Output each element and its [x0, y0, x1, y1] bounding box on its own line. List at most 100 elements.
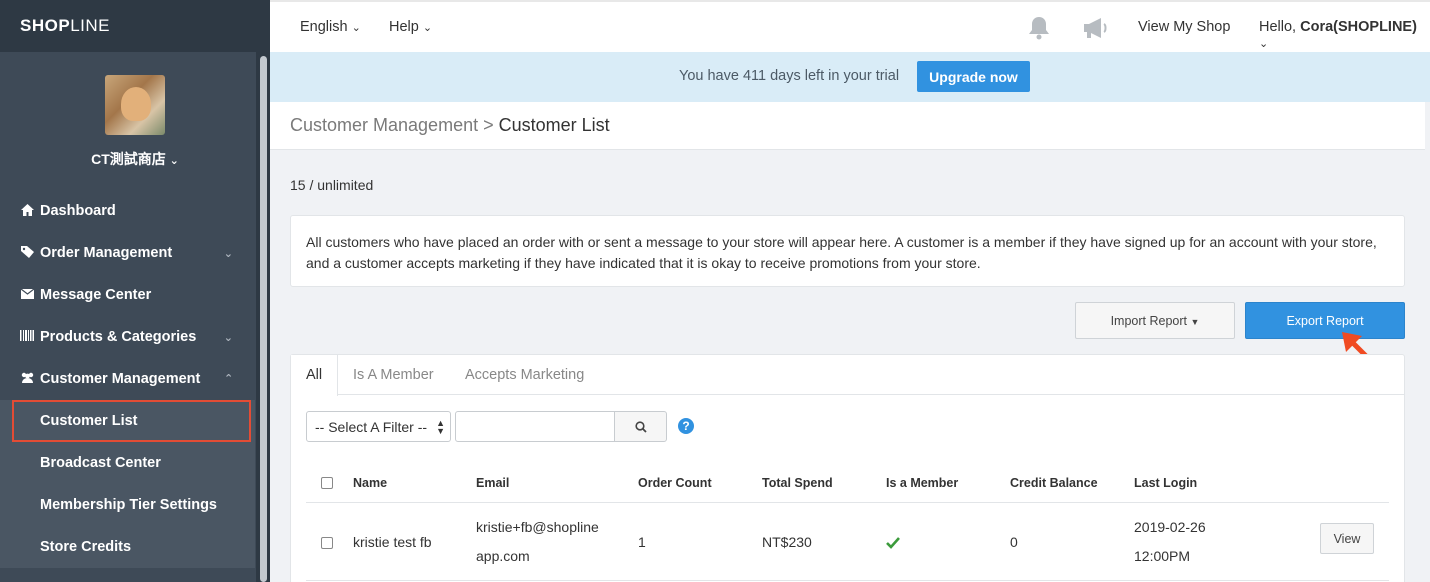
search-icon	[635, 421, 647, 433]
table-header: Name Email Order Count Total Spend Is a …	[306, 463, 1389, 503]
store-name[interactable]: CT測試商店 ⌄	[0, 149, 270, 169]
shopline-logo[interactable]: SHOPLINE	[0, 0, 270, 52]
top-bar: English ⌄ Help ⌄ View My Shop Hello, Cor…	[270, 0, 1430, 52]
chevron-down-icon: ⌄	[351, 22, 361, 34]
tab-all[interactable]: All	[291, 355, 339, 396]
breadcrumb-separator: >	[478, 115, 499, 135]
sidebar-item-label: Products & Categories	[40, 329, 197, 345]
bell-icon[interactable]	[1028, 16, 1050, 40]
sidebar-nav: Dashboard Order Management ⌄ Message Cen…	[0, 190, 255, 568]
sidebar-item-label: Dashboard	[40, 203, 116, 219]
view-my-shop-link[interactable]: View My Shop	[1138, 19, 1230, 35]
chevron-down-icon: ⌄	[422, 22, 433, 34]
sidebar-item-store-credits[interactable]: Store Credits	[0, 526, 255, 568]
table-row: kristie test fb kristie+fb@shopline app.…	[306, 503, 1389, 581]
breadcrumb: Customer Management > Customer List	[290, 115, 610, 136]
logo-text-light: LINE	[70, 16, 110, 35]
language-label: English	[300, 19, 348, 35]
column-header-credit-balance[interactable]: Credit Balance	[1010, 476, 1098, 490]
chevron-down-icon: ⌄	[169, 155, 179, 167]
column-header-last-login[interactable]: Last Login	[1134, 476, 1197, 490]
cell-order-count: 1	[638, 534, 646, 550]
column-header-email[interactable]: Email	[476, 476, 509, 490]
filter-select-value: -- Select A Filter --	[315, 419, 428, 435]
customer-table-panel: All Is A Member Accepts Marketing -- Sel…	[290, 354, 1405, 582]
sidebar-item-label: Message Center	[40, 287, 152, 303]
cell-name: kristie test fb	[353, 534, 432, 550]
sidebar-item-order-management[interactable]: Order Management ⌄	[0, 232, 255, 274]
user-menu[interactable]: Hello, Cora(SHOPLINE) ⌄	[1259, 19, 1430, 51]
help-label: Help	[389, 19, 419, 35]
chevron-down-icon: ⌄	[223, 331, 233, 344]
cell-last-login-time: 12:00PM	[1134, 548, 1191, 564]
view-customer-button[interactable]: View	[1320, 523, 1374, 554]
main-content: Customer Management > Customer List 15 /…	[270, 102, 1425, 582]
sidebar-item-membership-tier-settings[interactable]: Membership Tier Settings	[0, 484, 255, 526]
sidebar-item-message-center[interactable]: Message Center	[0, 274, 255, 316]
sidebar-item-label: Store Credits	[40, 539, 132, 555]
megaphone-icon[interactable]	[1082, 16, 1110, 40]
sidebar-item-customer-management[interactable]: Customer Management ⌄	[0, 358, 255, 400]
scrollbar-thumb[interactable]	[260, 56, 267, 582]
info-box: All customers who have placed an order w…	[290, 215, 1405, 287]
info-text: All customers who have placed an order w…	[306, 234, 1377, 271]
select-arrows-icon: ▲ ▼	[436, 418, 445, 436]
customer-management-submenu: Customer List Broadcast Center Membershi…	[0, 400, 255, 568]
search-input[interactable]	[455, 411, 615, 442]
select-all-checkbox[interactable]	[321, 477, 333, 489]
trial-banner: You have 411 days left in your trial Upg…	[270, 52, 1430, 102]
tag-icon	[20, 245, 34, 261]
breadcrumb-parent[interactable]: Customer Management	[290, 115, 478, 135]
upgrade-now-button[interactable]: Upgrade now	[917, 61, 1030, 92]
chevron-down-icon: ⌄	[1259, 38, 1269, 50]
column-header-total-spend[interactable]: Total Spend	[762, 476, 833, 490]
question-circle-icon[interactable]: ?	[678, 418, 694, 434]
chevron-up-icon: ⌄	[223, 371, 233, 383]
store-switcher[interactable]: CT測試商店 ⌄	[0, 52, 270, 169]
cell-email: kristie+fb@shopline app.com	[476, 519, 599, 564]
column-header-name[interactable]: Name	[353, 476, 387, 490]
logo-text-bold: SHOP	[20, 16, 71, 35]
users-icon	[20, 372, 34, 386]
sidebar-item-label: Broadcast Center	[40, 455, 161, 471]
help-dropdown[interactable]: Help ⌄	[389, 19, 432, 35]
column-header-order-count[interactable]: Order Count	[638, 476, 712, 490]
barcode-icon	[20, 330, 34, 344]
envelope-icon	[20, 288, 34, 302]
sidebar-item-dashboard[interactable]: Dashboard	[0, 190, 255, 232]
trial-text: You have 411 days left in your trial	[679, 68, 900, 84]
row-checkbox[interactable]	[321, 537, 333, 549]
tab-accepts-marketing[interactable]: Accepts Marketing	[450, 355, 599, 395]
cell-email-line: kristie+fb@shopline	[476, 519, 599, 535]
home-icon	[20, 203, 34, 219]
customer-count: 15 / unlimited	[290, 177, 374, 193]
import-report-button[interactable]: Import Report ▼	[1075, 302, 1235, 339]
language-dropdown[interactable]: English ⌄	[300, 19, 361, 35]
page-header: Customer Management > Customer List	[270, 102, 1425, 150]
search-button[interactable]	[614, 411, 667, 442]
sidebar-item-products-categories[interactable]: Products & Categories ⌄	[0, 316, 255, 358]
sidebar-item-label: Customer Management	[40, 371, 201, 387]
store-avatar	[105, 75, 165, 135]
cell-last-login: 2019-02-26 12:00PM	[1134, 519, 1206, 564]
sidebar-item-label: Order Management	[40, 245, 173, 261]
customer-tabs: All Is A Member Accepts Marketing	[291, 355, 1404, 396]
cell-last-login-date: 2019-02-26	[1134, 519, 1206, 535]
tab-is-a-member[interactable]: Is A Member	[338, 355, 449, 395]
sidebar: SHOPLINE CT測試商店 ⌄ Dashboard Order Manage…	[0, 0, 270, 582]
sidebar-item-label: Customer List	[40, 413, 138, 429]
cell-credit-balance: 0	[1010, 534, 1018, 550]
store-name-label: CT測試商店	[91, 151, 166, 167]
sidebar-item-label: Membership Tier Settings	[40, 497, 217, 513]
cell-total-spend: NT$230	[762, 534, 812, 550]
cell-email-line: app.com	[476, 548, 530, 564]
sidebar-scrollbar[interactable]	[256, 52, 270, 582]
sidebar-item-customer-list[interactable]: Customer List	[12, 400, 251, 442]
chevron-down-icon: ⌄	[223, 247, 233, 260]
checkmark-icon	[886, 537, 900, 549]
user-name: Cora(SHOPLINE)	[1300, 19, 1417, 35]
filter-select[interactable]: -- Select A Filter -- ▲ ▼	[306, 411, 451, 442]
column-header-is-a-member[interactable]: Is a Member	[886, 476, 958, 490]
greeting-text: Hello,	[1259, 19, 1301, 35]
sidebar-item-broadcast-center[interactable]: Broadcast Center	[0, 442, 255, 484]
